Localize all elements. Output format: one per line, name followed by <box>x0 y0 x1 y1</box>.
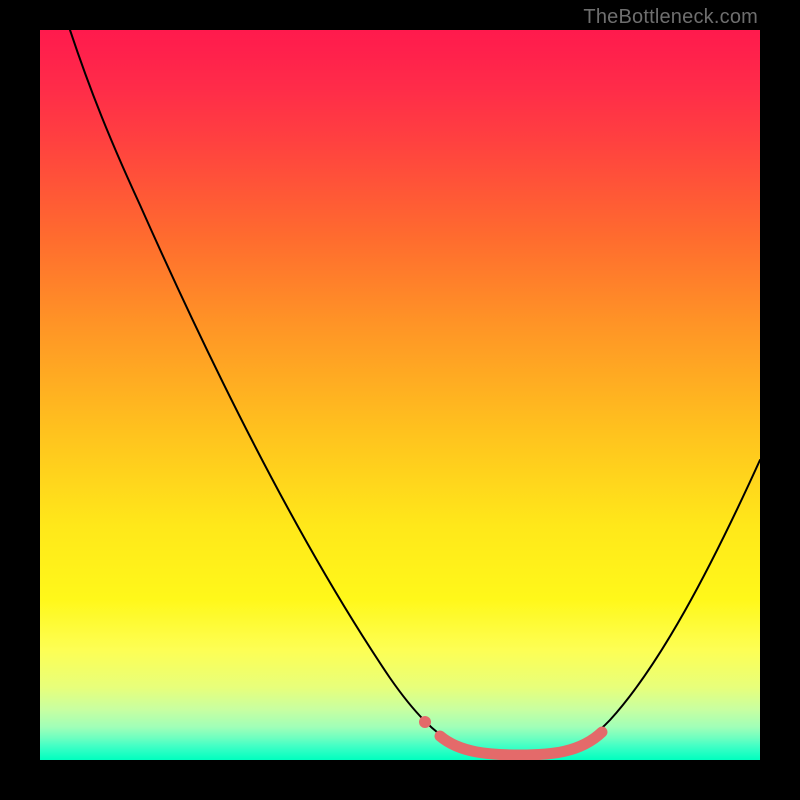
plot-area <box>40 30 760 760</box>
bottleneck-curve <box>70 30 760 755</box>
highlight-marker-dot <box>419 716 431 728</box>
chart-frame: TheBottleneck.com <box>0 0 800 800</box>
attribution-text: TheBottleneck.com <box>583 6 758 29</box>
curve-svg <box>40 30 760 760</box>
optimal-range-highlight <box>440 732 602 755</box>
